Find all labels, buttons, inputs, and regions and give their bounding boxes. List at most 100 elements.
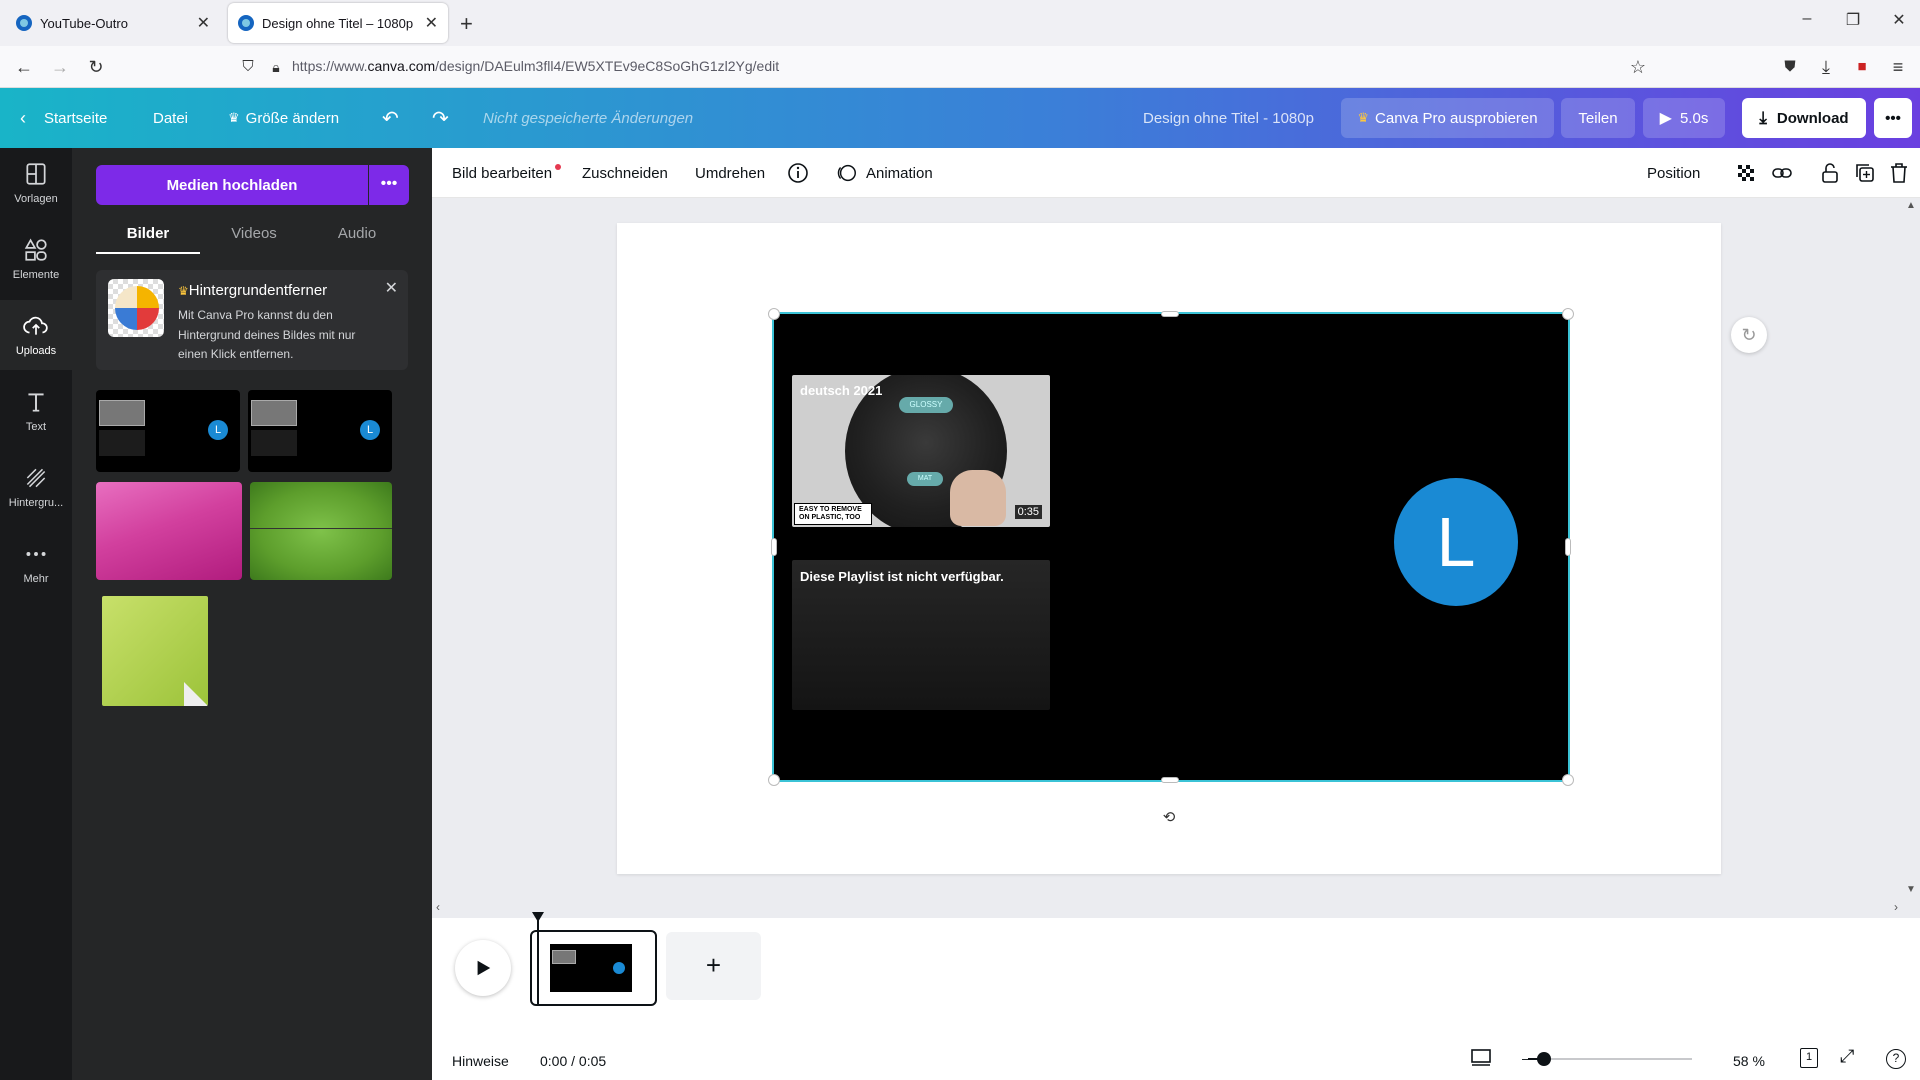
rotate-icon[interactable]: ⟲ — [1160, 808, 1178, 826]
rail-item-text[interactable]: Text — [0, 376, 72, 446]
zoom-level[interactable]: 58 % — [1733, 1053, 1765, 1069]
shield-icon[interactable]: ⛉ — [236, 56, 260, 80]
design-title[interactable]: Design ohne Titel - 1080p — [1143, 88, 1314, 148]
upload-thumbnail-pink[interactable] — [96, 482, 242, 580]
rail-item-templates[interactable]: Vorlagen — [0, 148, 72, 218]
save-status: Nicht gespeicherte Änderungen — [483, 109, 694, 127]
timeline-page-thumbnail[interactable] — [530, 930, 657, 1006]
try-pro-label: Canva Pro ausprobieren — [1375, 109, 1538, 127]
rail-item-uploads[interactable]: Uploads — [0, 300, 72, 370]
position-button[interactable]: Position — [1647, 148, 1700, 198]
resize-handle[interactable] — [771, 538, 777, 556]
close-icon[interactable]: ✕ — [385, 278, 398, 298]
notes-button[interactable]: Hinweise — [452, 1053, 509, 1069]
file-menu[interactable]: Datei — [153, 88, 188, 148]
resize-handle[interactable] — [1562, 308, 1574, 320]
scroll-up-icon[interactable]: ▲ — [1906, 200, 1916, 211]
transparency-icon[interactable] — [1734, 161, 1758, 185]
flip-button[interactable]: Umdrehen — [695, 148, 765, 198]
zoom-slider[interactable] — [1528, 1058, 1692, 1060]
new-tab-icon[interactable]: + — [460, 11, 473, 37]
help-icon[interactable]: ? — [1886, 1049, 1906, 1069]
browser-tab-youtube-outro[interactable]: YouTube-Outro ✕ — [6, 3, 220, 43]
uploads-panel: Medien hochladen ••• Bilder Videos Audio… — [72, 148, 500, 1080]
resize-handle[interactable] — [1565, 538, 1571, 556]
reload-icon[interactable]: ↻ — [84, 56, 108, 80]
background-remover-promo[interactable]: ♛Hintergrundentferner Mit Canva Pro kann… — [96, 270, 408, 370]
resize-handle[interactable] — [1161, 777, 1179, 783]
tab-audio[interactable]: Audio — [305, 222, 409, 254]
bookmark-star-icon[interactable]: ☆ — [1626, 56, 1650, 80]
tab-videos[interactable]: Videos — [202, 222, 306, 254]
video-caption: EASY TO REMOVE ON PLASTIC, TOO — [794, 503, 872, 525]
resize-handle[interactable] — [1161, 311, 1179, 317]
undo-icon[interactable]: ↶ — [382, 88, 399, 148]
playhead-line[interactable] — [537, 920, 539, 1006]
extension-icon[interactable]: ■ — [1850, 56, 1874, 80]
trash-icon[interactable] — [1887, 161, 1911, 185]
zoom-slider-handle[interactable] — [1537, 1052, 1551, 1066]
timeline-view-icon[interactable] — [1470, 1048, 1492, 1068]
browser-tab-design[interactable]: Design ohne Titel – 1080p ✕ — [228, 3, 448, 43]
info-icon[interactable] — [786, 161, 810, 185]
crop-button[interactable]: Zuschneiden — [582, 148, 668, 198]
resize-handle[interactable] — [1562, 774, 1574, 786]
edit-image-button[interactable]: Bild bearbeiten — [452, 148, 562, 198]
upload-thumbnail-1[interactable]: L — [96, 390, 240, 472]
fullscreen-icon[interactable]: ⤢ — [1840, 1046, 1854, 1067]
beach-ball-icon — [115, 286, 159, 330]
play-button[interactable] — [455, 940, 511, 996]
more-icon — [26, 552, 46, 556]
upload-thumbnail-green[interactable] — [250, 482, 392, 580]
scroll-down-icon[interactable]: ▼ — [1906, 884, 1916, 895]
add-page-button[interactable]: + — [666, 932, 761, 1000]
duplicate-icon[interactable] — [1853, 161, 1877, 185]
rail-item-elements[interactable]: Elemente — [0, 224, 72, 294]
scroll-right-icon[interactable]: › — [1894, 900, 1898, 914]
share-button[interactable]: Teilen — [1561, 98, 1635, 138]
menu-icon[interactable]: ≡ — [1886, 56, 1910, 80]
playlist-card[interactable]: Diese Playlist ist nicht verfügbar. — [792, 560, 1050, 710]
page-number: 1 — [1805, 1051, 1813, 1063]
lock-icon[interactable] — [1818, 161, 1842, 185]
upload-thumbnail-2[interactable]: L — [248, 390, 392, 472]
lock-icon[interactable]: 🔒︎ — [264, 56, 288, 80]
upload-thumbnail-sticky-note[interactable] — [102, 596, 208, 706]
resize-handle[interactable] — [768, 774, 780, 786]
home-link[interactable]: ‹ Startseite — [20, 88, 107, 148]
forward-icon[interactable]: → — [48, 56, 72, 80]
channel-avatar: L — [1394, 478, 1518, 606]
edit-image-label: Bild bearbeiten — [452, 164, 553, 182]
present-button[interactable]: ▶ 5.0s — [1643, 98, 1725, 138]
resize-button[interactable]: ♛ Größe ändern — [228, 88, 339, 148]
video-thumbnail[interactable]: GLOSSY MAT deutsch 2021 EASY TO REMOVE O… — [792, 375, 1050, 527]
pocket-icon[interactable]: ⛊ — [1778, 56, 1802, 80]
more-options-button[interactable]: ••• — [1874, 98, 1912, 138]
upload-media-button[interactable]: Medien hochladen — [96, 165, 368, 205]
thumbnail-preview — [99, 430, 145, 456]
close-tab-icon[interactable]: ✕ — [197, 13, 210, 33]
minimize-icon[interactable]: – — [1792, 10, 1822, 28]
scroll-left-icon[interactable]: ‹ — [436, 900, 440, 914]
back-icon[interactable]: ← — [12, 56, 36, 80]
page-number-icon[interactable]: 1 — [1800, 1048, 1818, 1068]
rail-item-background[interactable]: Hintergru... — [0, 452, 72, 522]
refresh-icon[interactable]: ↻ — [1731, 317, 1767, 353]
tab-images[interactable]: Bilder — [96, 222, 200, 254]
link-icon[interactable] — [1770, 161, 1794, 185]
redo-icon[interactable]: ↷ — [432, 88, 449, 148]
resize-handle[interactable] — [768, 308, 780, 320]
download-button[interactable]: ⤓ Download — [1742, 98, 1866, 138]
video-frame-label: GLOSSY — [899, 397, 953, 413]
downloads-icon[interactable]: ⤓ — [1814, 56, 1838, 80]
try-pro-button[interactable]: ♛ Canva Pro ausprobieren — [1341, 98, 1554, 138]
upload-more-icon[interactable]: ••• — [369, 165, 409, 205]
rail-item-more[interactable]: Mehr — [0, 528, 72, 598]
url-field[interactable]: https://www.canva.com/design/DAEulm3fll4… — [292, 58, 779, 74]
canva-favicon-icon — [238, 15, 254, 31]
close-tab-icon[interactable]: ✕ — [425, 13, 438, 33]
animation-button[interactable]: Animation — [836, 148, 933, 198]
close-window-icon[interactable]: ✕ — [1884, 10, 1914, 30]
restore-icon[interactable]: ❐ — [1838, 10, 1868, 30]
resize-label: Größe ändern — [245, 109, 340, 127]
